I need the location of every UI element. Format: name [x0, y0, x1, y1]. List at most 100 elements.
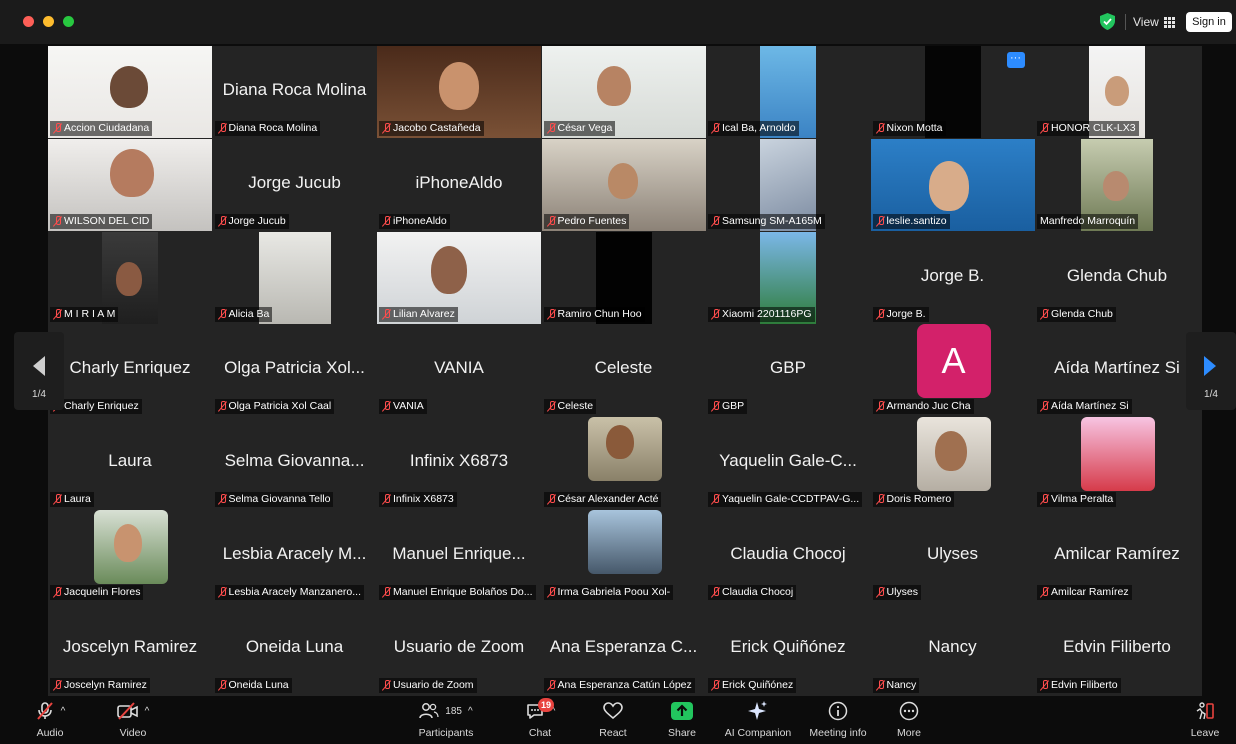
participant-tile[interactable]: Jacobo Castañeda: [377, 46, 541, 138]
participant-tile[interactable]: Celeste Celeste: [541, 324, 706, 417]
tile-options-button[interactable]: ···: [1006, 52, 1025, 68]
participant-tile[interactable]: iPhoneAldo iPhoneAldo: [377, 138, 541, 231]
participant-tile[interactable]: Usuario de Zoom Usuario de Zoom: [377, 602, 541, 695]
participant-tile[interactable]: Amilcar Ramírez Amilcar Ramírez: [1035, 510, 1199, 602]
participant-tile[interactable]: Olga Patricia Xol... Olga Patricia Xol Ca…: [212, 324, 377, 417]
muted-mic-icon: [876, 123, 885, 134]
muted-mic-icon: [876, 587, 885, 598]
participant-tile[interactable]: César Alexander Acté: [541, 417, 706, 510]
participant-tile[interactable]: GBP GBP: [706, 324, 870, 417]
next-page-button[interactable]: 1/4: [1186, 332, 1236, 410]
participant-tile[interactable]: Claudia Chocoj Claudia Chocoj: [706, 510, 870, 602]
participants-caret-icon[interactable]: ^: [468, 706, 473, 717]
video-button[interactable]: ^ Video: [108, 700, 158, 742]
participant-tile[interactable]: Jorge B. Jorge B.: [870, 231, 1035, 324]
participant-video: [1081, 417, 1155, 492]
react-button[interactable]: React: [596, 700, 630, 742]
participant-tile[interactable]: Erick Quiñónez Erick Quiñónez: [706, 602, 870, 695]
participant-tile[interactable]: Oneida Luna Oneida Luna: [212, 602, 377, 695]
participant-name: Selma Giovanna Tello: [228, 493, 331, 506]
participant-name: Doris Romero: [886, 493, 952, 506]
participant-name: leslie.santizo: [886, 214, 947, 227]
participant-name-label: Vilma Peralta: [1037, 492, 1117, 508]
participant-display-name: Celeste: [594, 358, 653, 378]
participant-tile[interactable]: HONOR CLK-LX3: [1035, 46, 1199, 138]
view-button[interactable]: View: [1133, 12, 1175, 32]
share-button[interactable]: Share: [664, 700, 700, 742]
participant-tile[interactable]: Irma Gabriela Poou Xol-: [541, 510, 706, 602]
participant-tile[interactable]: Aída Martínez Si Aída Martínez Si: [1035, 324, 1199, 417]
arrow-left-icon: [33, 356, 45, 376]
participant-tile[interactable]: M I R I A M: [48, 231, 212, 324]
participant-tile[interactable]: Jacquelin Flores: [48, 510, 212, 602]
participant-tile[interactable]: Laura Laura: [48, 417, 212, 510]
participant-tile[interactable]: Vilma Peralta: [1035, 417, 1199, 510]
muted-mic-icon: [218, 587, 227, 598]
participant-tile[interactable]: Glenda Chub Glenda Chub: [1035, 231, 1199, 324]
participant-tile[interactable]: Pedro Fuentes: [541, 138, 706, 231]
participant-tile[interactable]: Xiaomi 2201116PG: [706, 231, 870, 324]
share-label: Share: [667, 727, 697, 739]
participant-name-label: Armando Juc Cha: [872, 399, 974, 415]
participant-tile[interactable]: César Vega: [541, 46, 706, 138]
participant-tile[interactable]: Selma Giovanna... Selma Giovanna Tello: [212, 417, 377, 510]
leave-button[interactable]: Leave: [1188, 700, 1222, 742]
audio-label: Audio: [36, 727, 64, 739]
participant-name: César Alexander Acté: [557, 493, 659, 506]
participant-name-label: HONOR CLK-LX3: [1037, 121, 1139, 136]
participant-name-label: Amilcar Ramírez: [1037, 585, 1132, 600]
muted-mic-icon: [547, 494, 556, 505]
participant-tile[interactable]: Manfredo Marroquín: [1035, 138, 1199, 231]
participant-name: Oneida Luna: [228, 678, 289, 691]
participant-tile[interactable]: Ramiro Chun Hoo: [541, 231, 706, 324]
participant-display-name: Amilcar Ramírez: [1054, 544, 1180, 563]
participant-tile[interactable]: Manuel Enrique... Manuel Enrique Bolaños …: [377, 510, 541, 602]
participant-name: iPhoneAldo: [393, 214, 447, 227]
audio-button[interactable]: ^ Audio: [30, 700, 70, 742]
previous-page-button[interactable]: 1/4: [14, 332, 64, 410]
audio-options-caret-icon[interactable]: ^: [61, 706, 66, 717]
participant-tile[interactable]: A Armando Juc Cha: [870, 324, 1035, 417]
participant-tile[interactable]: Edvin Filiberto Edvin Filiberto: [1035, 602, 1199, 695]
sign-in-button[interactable]: Sign in: [1186, 12, 1232, 32]
participant-name-label: M I R I A M: [50, 306, 119, 322]
participant-tile[interactable]: Doris Romero: [870, 417, 1035, 510]
participant-tile[interactable]: VANIA VANIA: [377, 324, 541, 417]
participant-tile[interactable]: Ical Ba, Arnoldo: [706, 46, 870, 138]
participant-tile[interactable]: Yaquelin Gale-C... Yaquelin Gale-CCDTPAV-…: [706, 417, 870, 510]
participant-name: Ramiro Chun Hoo: [557, 307, 642, 320]
participant-tile[interactable]: Jorge Jucub Jorge Jucub: [212, 138, 377, 231]
participants-button[interactable]: 185 ^ Participants: [414, 700, 478, 742]
muted-mic-icon: [382, 587, 391, 598]
participant-tile[interactable]: Charly Enriquez Charly Enriquez: [48, 324, 212, 417]
maximize-window-button[interactable]: [63, 16, 74, 27]
participant-tile[interactable]: Diana Roca Molina Diana Roca Molina: [212, 46, 377, 138]
participant-tile[interactable]: Joscelyn Ramirez Joscelyn Ramirez: [48, 602, 212, 695]
ai-companion-label: AI Companion: [724, 727, 792, 739]
participant-tile[interactable]: Nancy Nancy: [870, 602, 1035, 695]
participant-tile[interactable]: Lesbia Aracely M... Lesbia Aracely Manzan…: [212, 510, 377, 602]
chat-button[interactable]: 19 ^ Chat: [522, 698, 558, 742]
participant-tile[interactable]: leslie.santizo: [870, 138, 1035, 231]
participant-face: [110, 148, 154, 197]
participant-tile[interactable]: Samsung SM-A165M: [706, 138, 870, 231]
participant-tile[interactable]: Infinix X6873 Infinix X6873: [377, 417, 541, 510]
participant-tile[interactable]: Alicia Ba: [212, 231, 377, 324]
minimize-window-button[interactable]: [43, 16, 54, 27]
participant-face: [928, 160, 969, 211]
video-options-caret-icon[interactable]: ^: [145, 706, 150, 717]
more-button[interactable]: More: [892, 700, 926, 742]
participant-tile[interactable]: Accion Ciudadana: [48, 46, 212, 138]
participant-name: Jacquelin Flores: [64, 586, 141, 598]
muted-mic-icon: [547, 401, 556, 412]
meeting-info-button[interactable]: Meeting info: [806, 700, 870, 742]
participant-tile[interactable]: Lilian Alvarez: [377, 231, 541, 324]
participant-display-name: Claudia Chocoj: [730, 544, 846, 563]
participant-name-label: Jorge B.: [872, 306, 929, 322]
encryption-shield-icon[interactable]: [1100, 13, 1115, 30]
participant-tile[interactable]: Ulyses Ulyses: [870, 510, 1035, 602]
participant-tile[interactable]: Ana Esperanza C... Ana Esperanza Catún Ló…: [541, 602, 706, 695]
ai-companion-button[interactable]: AI Companion: [722, 700, 794, 742]
close-window-button[interactable]: [23, 16, 34, 27]
participant-tile[interactable]: WILSON DEL CID: [48, 138, 212, 231]
